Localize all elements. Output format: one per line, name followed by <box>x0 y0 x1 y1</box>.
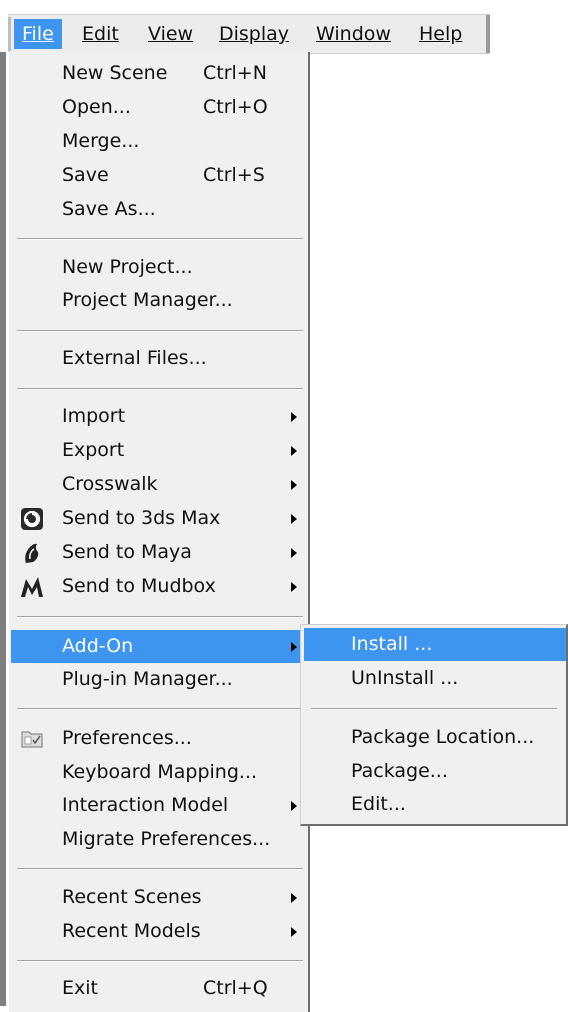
shortcut-label: Ctrl+N <box>203 62 267 84</box>
menu-item-label: New Scene <box>62 62 168 84</box>
menu-item-add-on[interactable]: Add-On <box>11 630 307 663</box>
menu-item-import[interactable]: Import <box>11 400 307 433</box>
menubar-grip <box>8 17 11 51</box>
menu-separator <box>17 330 303 332</box>
menu-help[interactable]: Help <box>411 19 470 49</box>
menu-item-label: Migrate Preferences... <box>62 828 271 850</box>
menu-item-preferences[interactable]: Preferences... <box>11 722 307 755</box>
menu-item-label: Send to Maya <box>62 541 192 563</box>
menu-item-label: Preferences... <box>62 727 192 749</box>
menu-item-send-to-maya[interactable]: Send to Maya <box>11 536 307 569</box>
menu-item-new-scene[interactable]: New Scene Ctrl+N <box>11 57 307 90</box>
add-on-submenu: Install ... UnInstall ... Package Locati… <box>300 624 568 826</box>
menu-item-label: Install ... <box>351 633 433 655</box>
menu-item-plugin-manager[interactable]: Plug-in Manager... <box>11 663 307 696</box>
menu-item-new-project[interactable]: New Project... <box>11 251 307 284</box>
menu-separator <box>17 868 303 870</box>
menu-item-label: Interaction Model <box>62 794 229 816</box>
submenu-arrow-icon <box>291 480 297 490</box>
menu-item-label: Crosswalk <box>62 473 158 495</box>
submenu-item-package[interactable]: Package... <box>304 755 566 788</box>
menu-item-label: Send to 3ds Max <box>62 507 221 529</box>
menu-item-label: Add-On <box>62 635 134 657</box>
menu-item-label: Exit <box>62 977 98 999</box>
menu-item-merge[interactable]: Merge... <box>11 125 307 158</box>
submenu-arrow-icon <box>291 893 297 903</box>
menu-item-open[interactable]: Open... Ctrl+O <box>11 91 307 124</box>
menu-item-label: External Files... <box>62 347 207 369</box>
menu-item-keyboard-mapping[interactable]: Keyboard Mapping... <box>11 756 307 789</box>
menu-item-label: Open... <box>62 96 131 118</box>
menu-item-label: New Project... <box>62 256 193 278</box>
submenu-arrow-icon <box>291 642 297 652</box>
menu-item-label: Package... <box>351 760 448 782</box>
submenu-arrow-icon <box>291 801 297 811</box>
menu-separator <box>17 616 303 618</box>
submenu-arrow-icon <box>291 548 297 558</box>
menu-item-label: Project Manager... <box>62 289 233 311</box>
menu-item-label: Send to Mudbox <box>62 575 216 597</box>
menu-separator <box>311 708 557 710</box>
menu-item-export[interactable]: Export <box>11 434 307 467</box>
menu-item-label: Recent Models <box>62 920 201 942</box>
menu-item-interaction-model[interactable]: Interaction Model <box>11 789 307 822</box>
menu-item-recent-scenes[interactable]: Recent Scenes <box>11 881 307 914</box>
menu-item-label: Package Location... <box>351 726 535 748</box>
maya-icon <box>25 543 39 563</box>
menu-item-label: Merge... <box>62 130 140 152</box>
menu-item-label: Keyboard Mapping... <box>62 761 258 783</box>
submenu-arrow-icon <box>291 582 297 592</box>
shortcut-label: Ctrl+O <box>203 96 268 118</box>
menu-item-label: UnInstall ... <box>351 667 459 689</box>
shortcut-label: Ctrl+Q <box>203 977 268 999</box>
menu-separator <box>17 708 303 710</box>
menu-item-recent-models[interactable]: Recent Models <box>11 915 307 948</box>
menu-view[interactable]: View <box>140 19 201 49</box>
submenu-item-edit[interactable]: Edit... <box>304 788 566 821</box>
menu-item-label: Import <box>62 405 126 427</box>
file-menu: New Scene Ctrl+N Open... Ctrl+O Merge...… <box>8 52 310 1012</box>
menu-item-label: Plug-in Manager... <box>62 668 233 690</box>
submenu-item-uninstall[interactable]: UnInstall ... <box>304 662 566 695</box>
submenu-arrow-icon <box>291 927 297 937</box>
menu-item-exit[interactable]: Exit Ctrl+Q <box>11 972 307 1005</box>
menu-item-label: Export <box>62 439 125 461</box>
preferences-icon <box>21 731 43 748</box>
menu-item-project-manager[interactable]: Project Manager... <box>11 284 307 317</box>
menu-separator <box>17 238 303 240</box>
submenu-arrow-icon <box>291 412 297 422</box>
menu-item-external-files[interactable]: External Files... <box>11 342 307 375</box>
menubar-end <box>486 15 490 53</box>
menu-item-save-as[interactable]: Save As... <box>11 193 307 226</box>
submenu-item-install[interactable]: Install ... <box>304 628 566 661</box>
shortcut-label: Ctrl+S <box>203 164 265 186</box>
menu-bar: File Edit View Display Window Help <box>8 14 490 54</box>
menu-item-send-to-3ds-max[interactable]: Send to 3ds Max <box>11 502 307 535</box>
menu-item-send-to-mudbox[interactable]: Send to Mudbox <box>11 570 307 603</box>
menu-separator <box>17 960 303 962</box>
menu-item-save[interactable]: Save Ctrl+S <box>11 159 307 192</box>
submenu-arrow-icon <box>291 514 297 524</box>
3ds-max-icon <box>21 508 43 530</box>
menu-item-label: Save As... <box>62 198 156 220</box>
mudbox-icon <box>21 577 43 597</box>
menu-file[interactable]: File <box>14 19 62 49</box>
left-edge <box>0 52 6 1006</box>
menu-display[interactable]: Display <box>211 19 297 49</box>
menu-item-label: Recent Scenes <box>62 886 202 908</box>
submenu-item-package-location[interactable]: Package Location... <box>304 721 566 754</box>
menu-item-migrate-preferences[interactable]: Migrate Preferences... <box>11 823 307 856</box>
menu-edit[interactable]: Edit <box>74 19 127 49</box>
menu-separator <box>17 388 303 390</box>
submenu-arrow-icon <box>291 446 297 456</box>
menu-item-label: Save <box>62 164 109 186</box>
menu-window[interactable]: Window <box>308 19 399 49</box>
menu-item-label: Edit... <box>351 793 406 815</box>
menu-item-crosswalk[interactable]: Crosswalk <box>11 468 307 501</box>
